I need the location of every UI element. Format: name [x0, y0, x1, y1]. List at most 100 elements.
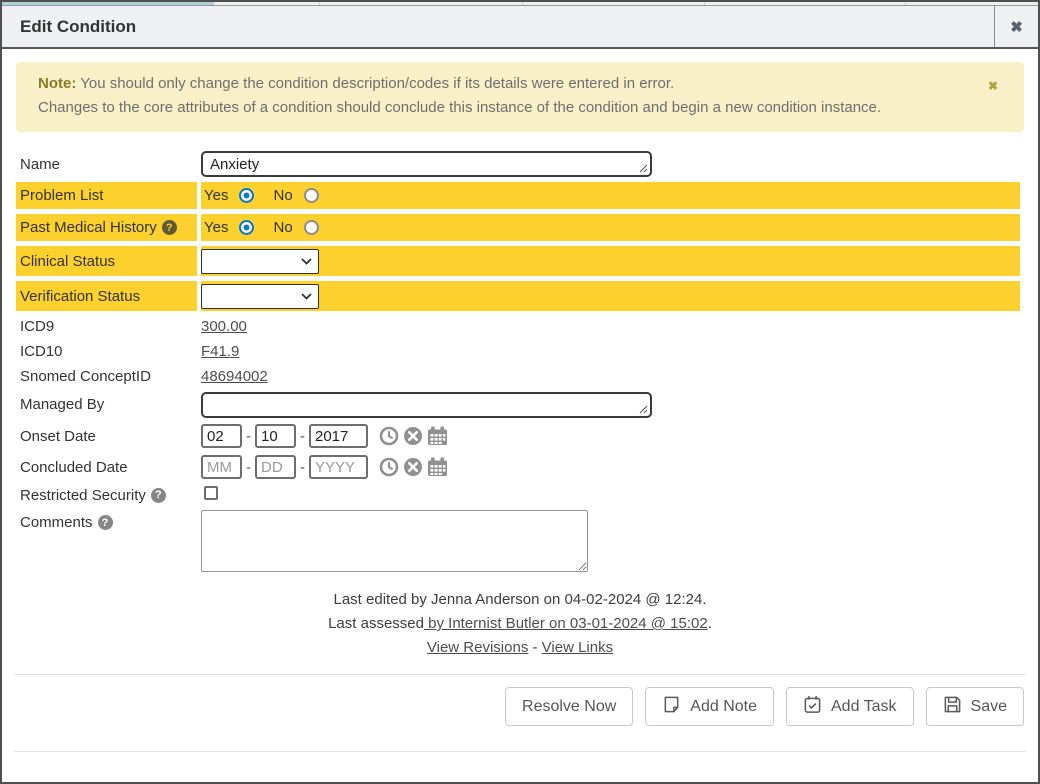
note-text-2: Changes to the core attributes of a cond…	[38, 99, 881, 116]
note-text-1: You should only change the condition des…	[80, 75, 674, 92]
managed-by-row: Managed By	[16, 391, 1020, 418]
edit-condition-dialog: Edit Condition ✖ Note: You should only c…	[0, 0, 1040, 784]
past-medical-history-label: Past Medical History	[20, 219, 157, 236]
resolve-now-button[interactable]: Resolve Now	[505, 687, 633, 726]
clear-date-icon[interactable]	[403, 457, 423, 477]
problem-list-no-radio[interactable]	[304, 188, 319, 203]
icd10-row: ICD10 F41.9	[16, 341, 1020, 361]
verification-status-row: Verification Status	[16, 281, 1020, 311]
save-label: Save	[971, 698, 1007, 716]
name-label: Name	[16, 151, 197, 177]
dialog-header: Edit Condition ✖	[2, 6, 1038, 49]
clinical-status-select[interactable]	[201, 249, 319, 274]
clock-icon[interactable]	[379, 426, 399, 446]
pmh-yes-radio[interactable]	[239, 220, 254, 235]
add-note-button[interactable]: Add Note	[645, 687, 774, 726]
concluded-date-row: Concluded Date - -	[16, 454, 1020, 480]
onset-day-input[interactable]	[255, 424, 296, 448]
note-dismiss-icon[interactable]: ✖	[988, 74, 998, 98]
onset-date-row: Onset Date - -	[16, 423, 1020, 449]
comments-textarea[interactable]	[201, 510, 588, 572]
audit-info: Last edited by Jenna Anderson on 04-02-2…	[2, 590, 1038, 658]
problem-list-no-label: No	[273, 187, 292, 204]
icd10-label: ICD10	[16, 341, 197, 361]
verification-status-select[interactable]	[201, 284, 319, 309]
comments-row: Comments ?	[16, 510, 1020, 576]
problem-list-label: Problem List	[16, 182, 197, 209]
date-separator: -	[246, 459, 251, 476]
last-assessed-link[interactable]: by Internist Butler on 03-01-2024 @ 15:0…	[424, 615, 708, 632]
view-links-link[interactable]: View Links	[542, 639, 613, 656]
pmh-no-label: No	[273, 219, 292, 236]
clinical-status-row: Clinical Status	[16, 246, 1020, 276]
add-note-label: Add Note	[690, 698, 757, 716]
help-icon[interactable]: ?	[98, 515, 113, 530]
problem-list-radio-group: Yes No	[201, 187, 1020, 204]
clear-date-icon[interactable]	[403, 426, 423, 446]
pmh-no-radio[interactable]	[304, 220, 319, 235]
help-icon[interactable]: ?	[151, 488, 166, 503]
concluded-month-input[interactable]	[201, 455, 242, 479]
warning-note-banner: Note: You should only change the conditi…	[16, 62, 1024, 132]
note-line-1: Note: You should only change the conditi…	[38, 72, 980, 96]
footer-divider-bottom	[14, 751, 1026, 752]
name-row: Name	[16, 151, 1020, 177]
last-edited-text: Last edited by Jenna Anderson on 04-02-2…	[2, 590, 1038, 610]
condition-form: Name Problem List Yes No	[12, 146, 1024, 581]
dialog-title: Edit Condition	[2, 6, 994, 47]
clinical-status-label: Clinical Status	[16, 246, 197, 276]
icd10-code-link[interactable]: F41.9	[201, 343, 239, 360]
note-label: Note:	[38, 75, 76, 92]
save-floppy-icon	[943, 695, 962, 719]
close-icon[interactable]: ✖	[994, 6, 1038, 47]
comments-label: Comments	[20, 514, 93, 531]
calendar-check-icon	[803, 695, 822, 719]
problem-list-yes-label: Yes	[204, 187, 228, 204]
managed-by-label: Managed By	[16, 391, 197, 418]
add-task-button[interactable]: Add Task	[786, 687, 914, 726]
save-button[interactable]: Save	[926, 687, 1024, 726]
problem-list-row: Problem List Yes No	[16, 182, 1020, 209]
calendar-icon[interactable]	[427, 426, 448, 446]
last-assessed-suffix: .	[708, 615, 712, 632]
date-separator: -	[300, 459, 305, 476]
date-separator: -	[246, 428, 251, 445]
pmh-yes-label: Yes	[204, 219, 228, 236]
restricted-security-checkbox[interactable]	[204, 486, 218, 500]
snomed-row: Snomed ConceptID 48694002	[16, 366, 1020, 386]
concluded-date-label: Concluded Date	[16, 454, 197, 480]
note-line-2: Changes to the core attributes of a cond…	[38, 96, 980, 120]
last-assessed-line: Last assessed by Internist Butler on 03-…	[2, 614, 1038, 634]
note-page-icon	[662, 695, 681, 719]
concluded-year-input[interactable]	[309, 455, 368, 479]
managed-by-input[interactable]	[201, 392, 652, 418]
onset-month-input[interactable]	[201, 424, 242, 448]
resolve-now-label: Resolve Now	[522, 698, 616, 716]
footer-button-row: Resolve Now Add Note Add Task Save	[2, 675, 1038, 726]
icd9-code-link[interactable]: 300.00	[201, 318, 247, 335]
verification-status-label: Verification Status	[16, 281, 197, 311]
problem-list-yes-radio[interactable]	[239, 188, 254, 203]
restricted-security-label: Restricted Security	[20, 487, 146, 504]
icd9-row: ICD9 300.00	[16, 316, 1020, 336]
date-separator: -	[300, 428, 305, 445]
past-medical-history-radio-group: Yes No	[201, 219, 1020, 236]
icd9-label: ICD9	[16, 316, 197, 336]
name-input[interactable]	[201, 151, 652, 177]
concluded-day-input[interactable]	[255, 455, 296, 479]
background-tab-strip	[2, 2, 214, 5]
snomed-label: Snomed ConceptID	[16, 366, 197, 386]
onset-date-label: Onset Date	[16, 423, 197, 449]
link-separator: -	[533, 639, 538, 656]
last-assessed-prefix: Last assessed	[328, 615, 424, 632]
snomed-code-link[interactable]: 48694002	[201, 368, 268, 385]
clock-icon[interactable]	[379, 457, 399, 477]
onset-year-input[interactable]	[309, 424, 368, 448]
view-revisions-link[interactable]: View Revisions	[427, 639, 528, 656]
revision-links-line: View Revisions - View Links	[2, 638, 1038, 658]
calendar-icon[interactable]	[427, 457, 448, 477]
past-medical-history-row: Past Medical History ? Yes No	[16, 214, 1020, 241]
add-task-label: Add Task	[831, 698, 897, 716]
restricted-security-row: Restricted Security ?	[16, 485, 1020, 505]
help-icon[interactable]: ?	[162, 220, 177, 235]
